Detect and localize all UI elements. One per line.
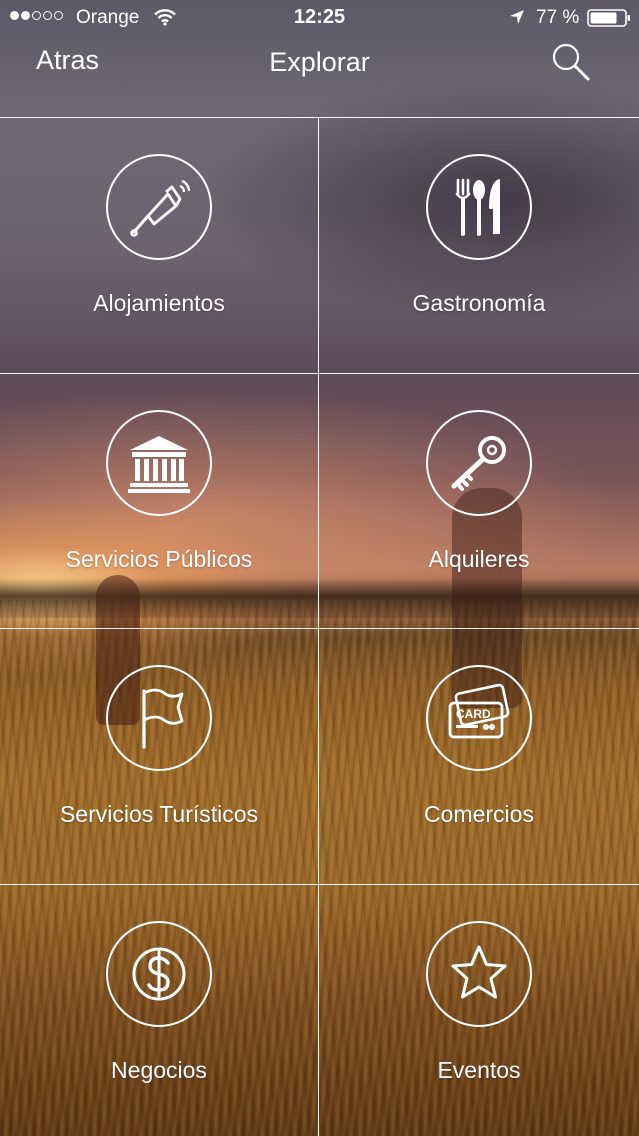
navigation-bar: Atras Explorar — [0, 36, 639, 116]
category-label: Negocios — [111, 1057, 207, 1083]
icon-circle — [426, 410, 532, 516]
icon-circle — [106, 665, 212, 771]
category-label: Comercios — [424, 801, 534, 827]
category-tile-alojamientos[interactable]: Alojamientos — [0, 117, 319, 373]
bell-icon — [130, 179, 191, 237]
dollar-icon — [132, 947, 186, 1001]
building-icon — [128, 436, 190, 493]
battery-icon — [587, 9, 630, 27]
icon-circle — [106, 410, 212, 516]
key-icon — [451, 436, 506, 491]
category-tile-negocios[interactable]: Negocios — [0, 884, 319, 1136]
location-arrow-icon — [510, 10, 524, 24]
card-icon: CARD — [448, 683, 510, 739]
category-grid: Alojamientos Gastronomía Servicios Públi… — [0, 117, 639, 1136]
search-icon — [552, 43, 590, 81]
category-label: Gastronomía — [412, 290, 546, 316]
icon-circle — [426, 154, 532, 260]
category-tile-alquileres[interactable]: Alquileres — [319, 373, 639, 628]
category-tile-eventos[interactable]: Eventos — [319, 884, 639, 1136]
search-button[interactable] — [548, 40, 592, 84]
icon-circle — [106, 921, 212, 1027]
category-tile-servicios-publicos[interactable]: Servicios Públicos — [0, 373, 319, 628]
flag-icon — [142, 688, 184, 749]
battery-percentage: 77 % — [536, 7, 580, 28]
card-icon-text: CARD — [456, 707, 491, 721]
status-bar: Orange 12:25 77 % — [0, 0, 639, 36]
page-title: Explorar — [269, 47, 370, 77]
category-tile-gastronomia[interactable]: Gastronomía — [319, 117, 639, 373]
cutlery-icon — [455, 178, 500, 236]
category-tile-comercios[interactable]: CARD Comercios — [319, 628, 639, 884]
category-label: Servicios Públicos — [65, 546, 253, 572]
category-label: Alquileres — [428, 546, 530, 572]
category-label: Servicios Turísticos — [59, 801, 259, 827]
icon-circle — [426, 921, 532, 1027]
icon-circle: CARD — [426, 665, 532, 771]
category-label: Eventos — [437, 1057, 521, 1083]
category-tile-servicios-turisticos[interactable]: Servicios Turísticos — [0, 628, 319, 884]
category-label: Alojamientos — [93, 290, 225, 316]
icon-circle — [106, 154, 212, 260]
star-icon — [451, 945, 507, 999]
